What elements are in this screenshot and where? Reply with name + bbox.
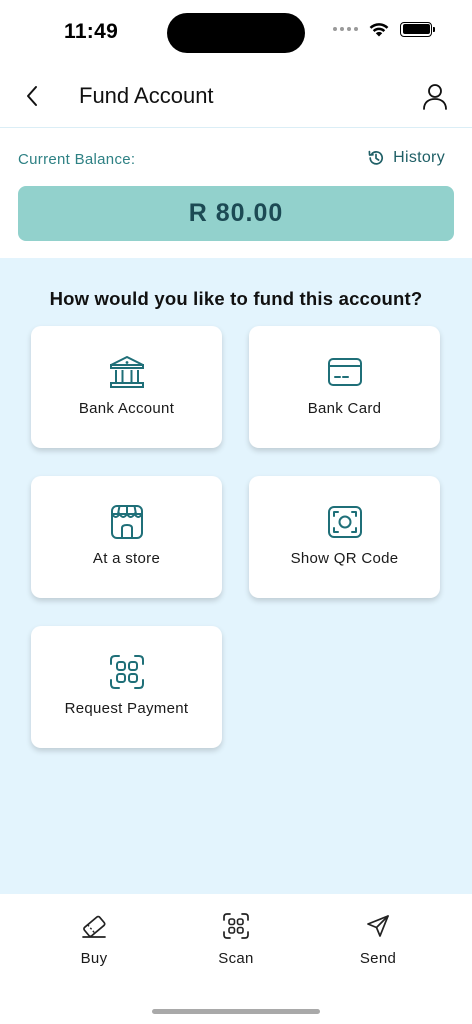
status-time: 11:49	[64, 20, 119, 43]
bank-icon	[108, 353, 146, 391]
option-label: Bank Card	[307, 400, 382, 417]
send-icon	[364, 912, 392, 940]
tab-label: Buy	[80, 950, 108, 967]
balance-label: Current Balance:	[18, 151, 136, 168]
option-at-a-store[interactable]: At a store	[31, 476, 222, 598]
tab-send[interactable]: Send	[338, 912, 418, 967]
status-bar: 11:49	[0, 0, 472, 64]
tab-label: Scan	[218, 950, 254, 967]
bottom-nav: Buy Scan Send	[0, 894, 472, 1024]
page-title: Fund Account	[79, 83, 214, 108]
dynamic-island	[167, 13, 305, 53]
option-request-payment[interactable]: Request Payment	[31, 626, 222, 748]
history-link[interactable]: History	[367, 149, 445, 167]
option-show-qr-code[interactable]: Show QR Code	[249, 476, 440, 598]
options-question: How would you like to fund this account?	[49, 288, 423, 309]
funding-options-area: How would you like to fund this account?…	[0, 258, 472, 894]
nav-header: Fund Account	[0, 64, 472, 128]
card-icon	[326, 353, 364, 391]
wifi-icon	[369, 23, 389, 37]
signal-icon	[333, 27, 358, 31]
store-icon	[108, 503, 146, 541]
option-label: Request Payment	[64, 700, 189, 717]
history-label: History	[393, 149, 445, 166]
balance-box: R 80.00	[18, 186, 454, 241]
qr-code-icon	[326, 503, 364, 541]
tab-scan[interactable]: Scan	[196, 912, 276, 967]
history-icon	[368, 150, 384, 165]
chevron-left-icon	[27, 86, 37, 106]
battery-icon	[400, 21, 435, 37]
voucher-icon	[80, 912, 108, 940]
scan-grid-icon	[108, 653, 146, 691]
user-icon	[423, 84, 447, 110]
scan-icon	[222, 912, 250, 940]
tab-buy[interactable]: Buy	[54, 912, 134, 967]
option-bank-card[interactable]: Bank Card	[249, 326, 440, 448]
balance-amount: R 80.00	[188, 199, 284, 227]
option-label: At a store	[92, 550, 161, 567]
status-icons	[333, 21, 435, 37]
option-label: Show QR Code	[290, 550, 399, 567]
tab-label: Send	[359, 950, 397, 967]
home-indicator[interactable]	[152, 1009, 320, 1014]
back-button[interactable]	[18, 82, 46, 110]
option-bank-account[interactable]: Bank Account	[31, 326, 222, 448]
option-label: Bank Account	[78, 400, 175, 417]
profile-button[interactable]	[420, 81, 450, 111]
